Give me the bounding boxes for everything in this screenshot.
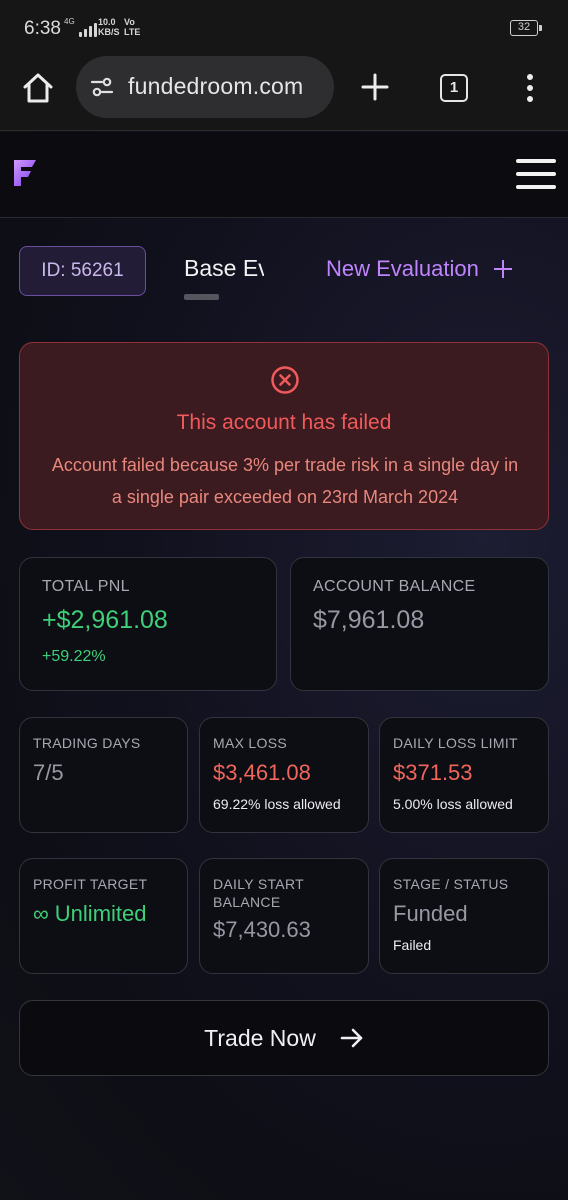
profit-target-value: ∞ Unlimited <box>33 901 147 926</box>
browser-toolbar: fundedroom.com 1 <box>0 56 568 131</box>
account-balance-card: ACCOUNT BALANCE $7,961.08 <box>290 557 549 691</box>
new-evaluation-button[interactable]: New Evaluation <box>326 256 513 282</box>
daily-start-balance-label: DAILY START BALANCE <box>213 876 304 910</box>
trade-now-label: Trade Now <box>204 1024 316 1051</box>
clock: 6:38 <box>24 18 61 39</box>
tab-base-evaluation[interactable]: Base Evaluation <box>184 250 264 290</box>
more-vert-icon[interactable] <box>520 72 540 104</box>
plus-icon <box>493 259 513 279</box>
alert-message: Account failed because 3% per trade risk… <box>51 455 519 507</box>
total-pnl-percent: +59.22% <box>42 648 106 665</box>
trade-now-button[interactable]: Trade Now <box>19 1000 549 1076</box>
total-pnl-value: +$2,961.08 <box>42 606 168 634</box>
tab-label: Base Evaluation <box>184 255 264 281</box>
fundedroom-logo-icon[interactable] <box>12 158 38 188</box>
site-settings-icon[interactable] <box>90 76 114 98</box>
home-icon[interactable] <box>20 70 56 106</box>
trading-days-label: TRADING DAYS <box>33 735 141 751</box>
account-id-badge[interactable]: ID: 56261 <box>19 246 146 296</box>
daily-start-balance-value: $7,430.63 <box>213 917 311 942</box>
network-speed: 10.0 KB/S <box>98 17 120 37</box>
volte-indicator: Vo LTE <box>124 17 141 37</box>
account-balance-label: ACCOUNT BALANCE <box>313 578 476 595</box>
plus-icon[interactable] <box>360 72 390 102</box>
max-loss-label: MAX LOSS <box>213 735 287 751</box>
daily-start-balance-card: DAILY START BALANCE $7,430.63 <box>199 858 369 974</box>
total-pnl-label: TOTAL PNL <box>42 578 130 595</box>
stage-status-label: STAGE / STATUS <box>393 876 509 892</box>
url-text[interactable]: fundedroom.com <box>128 73 303 100</box>
signal-icon: 4G <box>64 17 97 37</box>
daily-loss-limit-sub: 5.00% loss allowed <box>393 796 513 812</box>
daily-loss-limit-value: $371.53 <box>393 760 473 785</box>
battery-icon: 32 <box>510 20 542 36</box>
tabs-icon[interactable]: 1 <box>440 74 468 102</box>
active-tab-indicator <box>184 294 219 300</box>
max-loss-card: MAX LOSS $3,461.08 69.22% loss allowed <box>199 717 369 833</box>
account-balance-value: $7,961.08 <box>313 606 425 634</box>
site-header <box>0 132 568 218</box>
x-circle-icon <box>271 366 299 394</box>
new-evaluation-label: New Evaluation <box>326 256 479 281</box>
profit-target-card: PROFIT TARGET ∞ Unlimited <box>19 858 188 974</box>
stage-status-card: STAGE / STATUS Funded Failed <box>379 858 549 974</box>
account-failed-alert: This account has failed Account failed b… <box>19 342 549 530</box>
hamburger-icon[interactable] <box>516 158 556 190</box>
status-value: Failed <box>393 937 432 953</box>
profit-target-label: PROFIT TARGET <box>33 876 148 892</box>
total-pnl-card: TOTAL PNL +$2,961.08 +59.22% <box>19 557 277 691</box>
alert-title: This account has failed <box>176 411 392 434</box>
max-loss-value: $3,461.08 <box>213 760 311 785</box>
arrow-right-icon <box>340 1028 363 1048</box>
trading-days-value: 7/5 <box>33 760 64 785</box>
daily-loss-limit-label: DAILY LOSS LIMIT <box>393 735 518 751</box>
max-loss-sub: 69.22% loss allowed <box>213 796 341 812</box>
stage-value: Funded <box>393 901 468 926</box>
system-status-bar: 6:38 4G 10.0 KB/S Vo LTE 32 <box>0 0 568 56</box>
daily-loss-limit-card: DAILY LOSS LIMIT $371.53 5.00% loss allo… <box>379 717 549 833</box>
address-bar[interactable]: fundedroom.com <box>76 56 334 118</box>
trading-days-card: TRADING DAYS 7/5 <box>19 717 188 833</box>
